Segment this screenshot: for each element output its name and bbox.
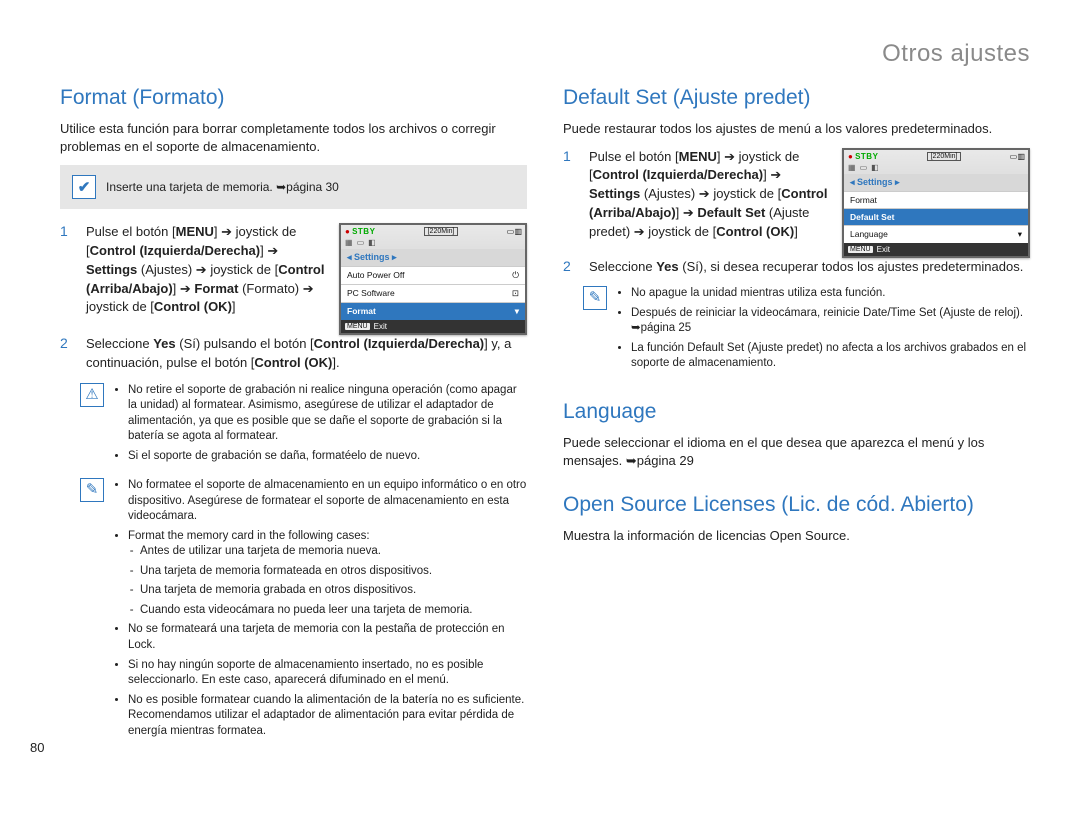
stby-label: STBY bbox=[855, 152, 878, 161]
list-item: Una tarjeta de memoria grabada en otros … bbox=[140, 583, 527, 599]
battery-icon: ▭ ▥ bbox=[507, 227, 521, 236]
left-column: Format (Formato) Utilice esta función pa… bbox=[60, 86, 527, 753]
time-remaining: [220Min] bbox=[424, 227, 459, 236]
lcd-exit-row: MENUExit bbox=[341, 320, 525, 333]
lcd-item: Format bbox=[844, 191, 1028, 208]
lcd-item: Language▾ bbox=[844, 225, 1028, 243]
card-icon: ▭ bbox=[357, 238, 365, 247]
list-item: Antes de utilizar una tarjeta de memoria… bbox=[140, 544, 527, 560]
list-item: No retire el soporte de grabación ni rea… bbox=[128, 383, 527, 445]
intro-language: Puede seleccionar el idioma en el que de… bbox=[563, 434, 1030, 469]
list-item: Format the memory card in the following … bbox=[128, 529, 527, 619]
heading-default-set: Default Set (Ajuste predet) bbox=[563, 86, 1030, 110]
note-icon bbox=[583, 286, 607, 310]
list-item: No apague la unidad mientras utiliza est… bbox=[631, 286, 1030, 302]
list-item: Una tarjeta de memoria formateada en otr… bbox=[140, 564, 527, 580]
note-icon bbox=[80, 478, 104, 502]
chevron-down-icon: ▾ bbox=[515, 306, 519, 317]
list-item: No es posible formatear cuando la alimen… bbox=[128, 693, 527, 740]
rec-dot-icon: ● bbox=[345, 227, 350, 236]
list-item: No formatee el soporte de almacenamiento… bbox=[128, 478, 527, 525]
step-2: 2 Seleccione Yes (Sí), si desea recupera… bbox=[563, 258, 1030, 277]
mode-icon: ◧ bbox=[368, 238, 376, 247]
step-number: 2 bbox=[60, 335, 76, 373]
list-item: Después de reiniciar la videocámara, rei… bbox=[631, 306, 1030, 337]
memory-note-text: Inserte una tarjeta de memoria. ➥página … bbox=[106, 180, 339, 194]
warning-icon bbox=[80, 383, 104, 407]
lcd-item: Auto Power Off⏻ bbox=[341, 266, 525, 284]
stby-label: STBY bbox=[352, 227, 375, 236]
lcd-icon-row: ▦ ▭◧ bbox=[844, 163, 1028, 174]
heading-language: Language bbox=[563, 400, 1030, 424]
info-block: No apague la unidad mientras utiliza est… bbox=[583, 286, 1030, 376]
grid-icon: ▦ bbox=[345, 238, 353, 247]
step-1: 1 Pulse el botón [MENU] ➔ joystick de [C… bbox=[563, 148, 832, 242]
lcd-menu-header: ◂ Settings ▸ bbox=[341, 249, 525, 266]
lcd-screenshot-default-set: ● STBY [220Min] ▭ ▥ ▦ ▭◧ ◂ Settings ▸ For… bbox=[842, 148, 1030, 258]
intro-format: Utilice esta función para borrar complet… bbox=[60, 120, 527, 155]
page-number: 80 bbox=[30, 740, 44, 755]
list-item: La función Default Set (Ajuste predet) n… bbox=[631, 341, 1030, 372]
grid-icon: ▦ bbox=[848, 163, 856, 172]
lcd-item: PC Software⊡ bbox=[341, 284, 525, 302]
memory-note-box: Inserte una tarjeta de memoria. ➥página … bbox=[60, 165, 527, 209]
step-2: 2 Seleccione Yes (Sí) pulsando el botón … bbox=[60, 335, 527, 373]
lcd-menu-header: ◂ Settings ▸ bbox=[844, 174, 1028, 191]
intro-open-source: Muestra la información de licencias Open… bbox=[563, 527, 1030, 545]
mode-icon: ◧ bbox=[871, 163, 879, 172]
heading-open-source: Open Source Licenses (Lic. de cód. Abier… bbox=[563, 493, 1030, 517]
card-icon: ▭ bbox=[860, 163, 868, 172]
step-number: 1 bbox=[563, 148, 579, 242]
intro-default-set: Puede restaurar todos los ajustes de men… bbox=[563, 120, 1030, 138]
menu-key-icon: MENU bbox=[345, 323, 370, 330]
list-item: No se formateará una tarjeta de memoria … bbox=[128, 622, 527, 653]
check-icon bbox=[72, 175, 96, 199]
rec-dot-icon: ● bbox=[848, 152, 853, 161]
step-1: 1 Pulse el botón [MENU] ➔ joystick de [C… bbox=[60, 223, 329, 317]
step-number: 1 bbox=[60, 223, 76, 317]
lcd-exit-row: MENUExit bbox=[844, 243, 1028, 256]
chevron-down-icon: ▾ bbox=[1018, 229, 1022, 240]
list-item: Si el soporte de grabación se daña, form… bbox=[128, 449, 527, 465]
menu-key-icon: MENU bbox=[848, 246, 873, 253]
lcd-item-selected: Default Set bbox=[844, 208, 1028, 225]
right-column: Default Set (Ajuste predet) Puede restau… bbox=[563, 86, 1030, 753]
lcd-screenshot-format: ● STBY [220Min] ▭ ▥ ▦ ▭◧ ◂ Settings ▸ Aut… bbox=[339, 223, 527, 335]
warning-block: No retire el soporte de grabación ni rea… bbox=[80, 383, 527, 469]
disk-icon: ⊡ bbox=[512, 288, 519, 299]
time-remaining: [220Min] bbox=[927, 152, 962, 161]
list-item: Cuando esta videocámara no pueda leer un… bbox=[140, 603, 527, 619]
heading-format: Format (Formato) bbox=[60, 86, 527, 110]
step-number: 2 bbox=[563, 258, 579, 277]
section-title: Otros ajustes bbox=[60, 40, 1030, 68]
clock-icon: ⏻ bbox=[512, 270, 519, 281]
lcd-icon-row: ▦ ▭◧ bbox=[341, 238, 525, 249]
list-item: Si no hay ningún soporte de almacenamien… bbox=[128, 658, 527, 689]
battery-icon: ▭ ▥ bbox=[1010, 152, 1024, 161]
lcd-item-selected: Format▾ bbox=[341, 302, 525, 320]
info-block: No formatee el soporte de almacenamiento… bbox=[80, 478, 527, 743]
